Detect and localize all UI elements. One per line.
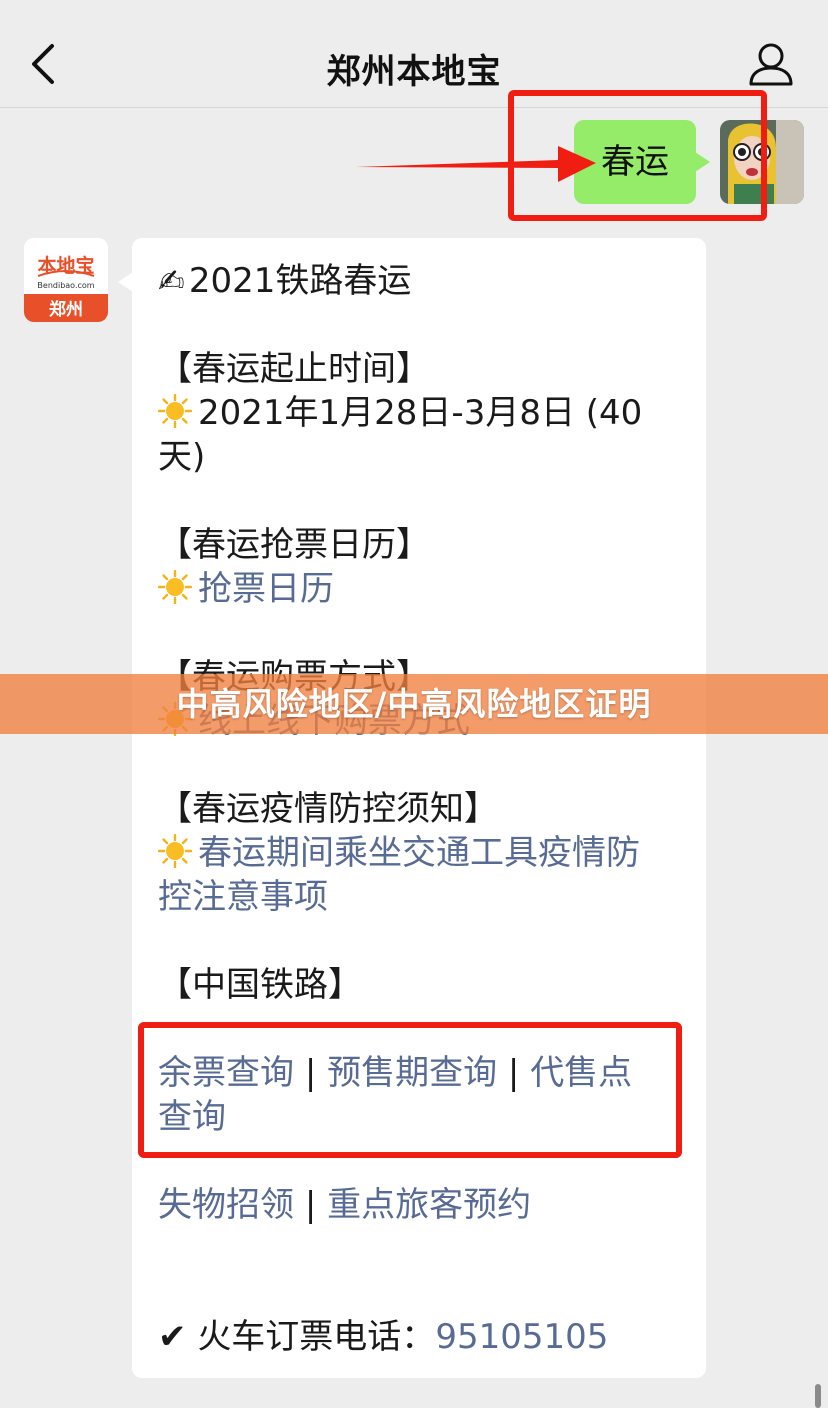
account-avatar[interactable]: 本地宝 Bendibao.com 郑州 (24, 238, 108, 322)
bendibao-logo-icon: 本地宝 Bendibao.com 郑州 (24, 238, 108, 322)
section-heading: 【中国铁路】 (158, 965, 362, 1005)
highlight-frame (138, 1022, 682, 1158)
date-range-text-cont: 天) (158, 437, 206, 477)
epidemic-notice-link-cont[interactable]: 控注意事项 (158, 876, 328, 918)
section-heading: 【春运起止时间】 (158, 349, 430, 389)
arrow-icon (356, 146, 596, 182)
banner-text: 中高风险地区/中高风险地区证明 (176, 685, 652, 723)
phone-line: ✔ 火车订票电话：95105105 (158, 1316, 608, 1358)
section-heading: 【春运疫情防控须知】 (158, 789, 498, 829)
phone-number-link[interactable]: 95105105 (435, 1317, 608, 1357)
date-range-line: 2021年1月28日-3月8日 (40 (158, 392, 642, 434)
reply-title: 2021铁路春运 (188, 261, 412, 301)
scrollbar[interactable] (815, 1384, 821, 1408)
date-range-text: 2021年1月28日-3月8日 (40 (198, 393, 643, 433)
logo-city: 郑州 (49, 299, 83, 320)
railway-links-row: 失物招领 | 重点旅客预约 (158, 1184, 531, 1226)
ticket-calendar-link[interactable]: 抢票日历 (198, 569, 334, 609)
epidemic-notice-link[interactable]: 春运期间乘坐交通工具疫情防 (198, 833, 640, 873)
phone-label: 火车订票电话： (197, 1317, 436, 1357)
epidemic-notice-line: 春运期间乘坐交通工具疫情防 (158, 832, 640, 874)
reply-title-line: ✍ 2021铁路春运 (158, 260, 411, 302)
check-icon: ✔ (158, 1317, 187, 1357)
calendar-link-line: 抢票日历 (158, 568, 334, 610)
sun-icon (158, 570, 192, 604)
lost-found-link[interactable]: 失物招领 (158, 1185, 294, 1225)
section-heading: 【春运抢票日历】 (158, 525, 430, 565)
priority-passenger-link[interactable]: 重点旅客预约 (327, 1185, 531, 1225)
user-icon[interactable] (748, 42, 794, 86)
sun-icon (158, 394, 192, 428)
sun-icon (158, 834, 192, 868)
page-title: 郑州本地宝 (326, 52, 502, 92)
overlay-banner[interactable]: 中高风险地区/中高风险地区证明 (0, 674, 828, 734)
logo-brand-en: Bendibao.com (37, 281, 94, 290)
writing-hand-icon: ✍ (158, 262, 185, 300)
link-separator: | (304, 1185, 317, 1225)
